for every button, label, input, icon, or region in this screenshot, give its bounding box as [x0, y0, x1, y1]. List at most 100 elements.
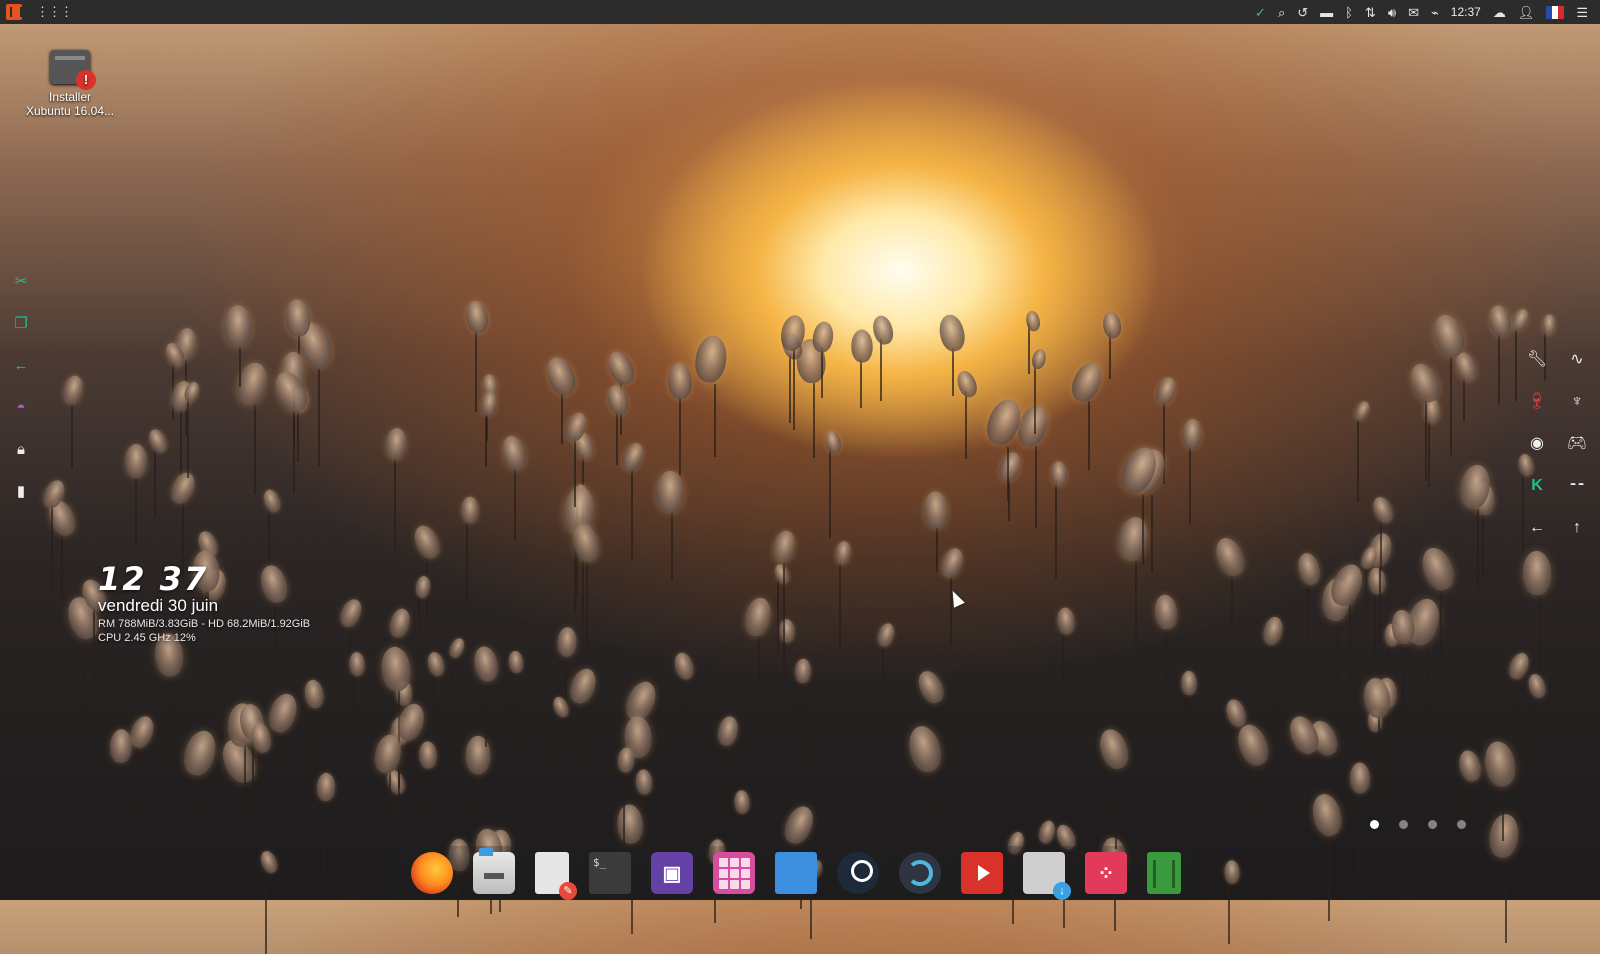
grass-seed-head — [316, 772, 336, 802]
grass-seed-head — [1370, 494, 1397, 526]
grass-seed-head — [1223, 859, 1241, 885]
terminal-icon[interactable]: $_ — [589, 852, 631, 894]
trash-icon[interactable] — [1147, 852, 1181, 894]
grass-seed-head — [823, 429, 844, 456]
grass-stem — [828, 445, 831, 539]
grass-stem — [671, 512, 674, 581]
window-icon[interactable]: ❐ — [10, 314, 32, 334]
firefox-icon[interactable] — [411, 852, 453, 894]
mail-icon[interactable]: ✉ — [1408, 6, 1419, 19]
grass-seed-head — [348, 652, 365, 677]
pulse-icon[interactable]: ∿ — [1560, 350, 1594, 370]
grass-stem — [426, 555, 429, 616]
grass-stem — [1401, 640, 1404, 727]
workspace-dot-2[interactable] — [1399, 820, 1408, 829]
grass-seed-head — [542, 352, 580, 399]
grass-seed-head — [568, 500, 589, 526]
grass-stem — [352, 668, 355, 727]
applications-menu-button[interactable] — [6, 4, 22, 20]
steam-icon[interactable] — [837, 852, 879, 894]
twitch-icon[interactable]: ▣ — [651, 852, 693, 894]
grass-seed-head — [168, 379, 195, 414]
grass-seed-head — [778, 313, 808, 354]
scissors-icon[interactable]: ✂ — [10, 272, 32, 292]
grass-seed-head — [1505, 649, 1532, 682]
wine-glass-icon[interactable]: 🍷︎ — [1520, 392, 1554, 412]
grass-seed-head — [936, 311, 968, 354]
grass-seed-head — [1361, 675, 1393, 720]
software-install-icon[interactable]: ↓ — [1023, 852, 1071, 900]
grass-stem — [292, 385, 295, 445]
left-arrow-icon[interactable]: ← — [1520, 518, 1554, 538]
youtube-icon[interactable] — [961, 852, 1003, 894]
grass-seed-head — [1030, 347, 1049, 371]
grass-seed-head — [794, 658, 812, 684]
grass-seed-head — [619, 439, 648, 474]
grass-seed-head — [561, 486, 597, 537]
grass-stem — [1185, 686, 1188, 741]
grass-seed-head — [1384, 623, 1400, 647]
desktop-icon-label-line2: Xubuntu 16.04... — [25, 104, 115, 118]
bar-chart-icon[interactable]: ▮ — [10, 482, 32, 502]
mask-icon[interactable]: ◓ — [10, 398, 32, 418]
grass-stem — [561, 393, 564, 444]
app-grid-launcher-icon[interactable] — [713, 852, 755, 894]
grass-stem — [1377, 716, 1380, 811]
grass-stem — [202, 776, 205, 841]
checkmark-icon[interactable]: ✓ — [1255, 6, 1266, 19]
grass-seed-head — [770, 528, 799, 566]
menu-icon[interactable]: ☰ — [1576, 6, 1588, 19]
grass-seed-head — [384, 426, 408, 461]
goblet-icon[interactable]: ♆ — [1560, 392, 1594, 412]
power-icon[interactable]: ⌁ — [1431, 6, 1439, 19]
keyboard-layout-flag-icon[interactable] — [1546, 5, 1565, 19]
network-icon[interactable]: ⇅ — [1365, 6, 1376, 19]
back-arrow-icon[interactable]: ← — [10, 356, 32, 376]
dashes-icon[interactable]: ⁃⁃ — [1560, 476, 1594, 496]
show-desktop-icon[interactable] — [775, 852, 817, 894]
text-editor-icon[interactable]: ✎ — [535, 852, 577, 900]
window-icon[interactable]: ▬ — [1320, 6, 1333, 19]
grass-seed-head — [904, 722, 946, 775]
user-icon[interactable]: 👤︎ — [1518, 6, 1535, 19]
wrench-icon[interactable]: 🔧︎ — [1520, 350, 1554, 370]
grass-seed-head — [741, 595, 775, 639]
grass-stem — [1515, 323, 1518, 402]
clock[interactable]: 12:37 — [1451, 5, 1481, 19]
conky-memory: RM 788MiB/3.83GiB - HD 68.2MiB/1.92GiB — [98, 618, 311, 630]
search-icon[interactable]: ⌕ — [1278, 6, 1285, 19]
grass-stem — [964, 390, 967, 460]
desktop-icon-installer[interactable]: ! Installer Xubuntu 16.04... — [24, 50, 116, 118]
grass-stem — [1505, 857, 1508, 943]
grass-seed-head — [1036, 818, 1058, 845]
bluetooth-icon[interactable]: ᛒ — [1345, 6, 1353, 19]
app-grid-icon[interactable]: ⋮⋮⋮ — [36, 4, 73, 20]
grass-stem — [576, 501, 579, 597]
eye-icon[interactable]: ◉ — [1520, 434, 1554, 454]
workspace-dot-4[interactable] — [1457, 820, 1466, 829]
cloud-icon[interactable]: ☁ — [1493, 6, 1506, 19]
grass-stem — [581, 535, 584, 625]
backup-icon[interactable] — [899, 852, 941, 894]
grass-stem — [179, 406, 182, 502]
workspace-dot-3[interactable] — [1428, 820, 1437, 829]
grass-seed-head — [794, 337, 827, 385]
workspace-dot-1[interactable] — [1370, 820, 1379, 829]
file-manager-icon[interactable]: ▬ — [473, 848, 515, 894]
history-icon[interactable]: ↺ — [1297, 6, 1308, 19]
grass-stem — [1425, 400, 1428, 482]
up-arrow-icon[interactable]: ↑ — [1560, 518, 1594, 538]
grass-seed-head — [1481, 739, 1519, 790]
k-icon[interactable]: K — [1520, 476, 1554, 496]
mixer-icon[interactable]: ⁘ — [1085, 852, 1127, 894]
grass-stem — [1476, 509, 1479, 590]
grass-seed-head — [850, 329, 873, 364]
volume-icon[interactable]: 🔊︎ — [1388, 6, 1396, 19]
lock-icon[interactable]: 🔒︎ — [10, 440, 32, 460]
grass-seed-head — [1367, 710, 1383, 733]
grass-stem — [254, 405, 256, 494]
grass-stem — [486, 390, 489, 441]
grass-seed-head — [223, 304, 252, 347]
gamepad-icon[interactable]: 🎮︎ — [1560, 434, 1594, 454]
grass-stem — [70, 398, 73, 469]
